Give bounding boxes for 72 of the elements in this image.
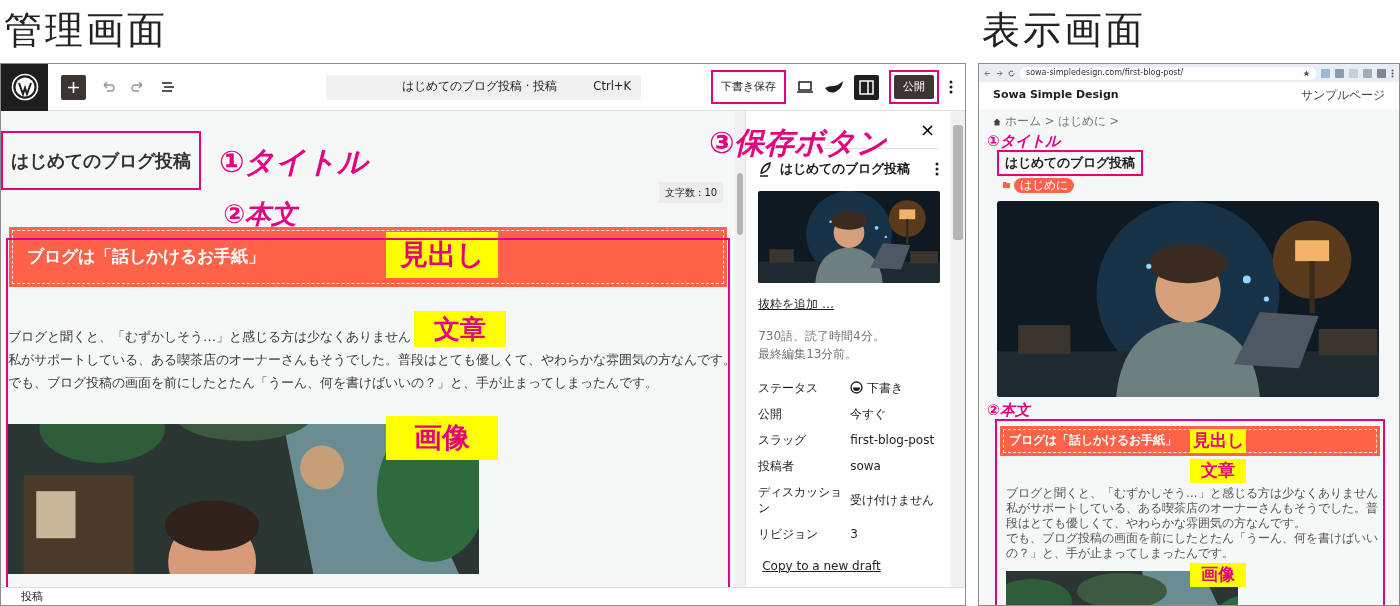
add-excerpt-link[interactable]: 抜粋を追加 … (758, 294, 835, 313)
back-icon[interactable] (984, 69, 991, 77)
annotation-text: ①タイトル (219, 143, 369, 181)
list-view-icon[interactable] (160, 79, 176, 95)
copy-draft-link[interactable]: Copy to a new draft (762, 556, 881, 575)
post-title: はじめてのブログ投稿 (780, 160, 912, 178)
add-block-button[interactable] (61, 74, 86, 100)
post-title: はじめてのブログ投稿 (1005, 154, 1135, 173)
laptop-icon[interactable] (796, 80, 814, 94)
site-title[interactable]: Sowa Simple Design (993, 87, 1119, 104)
field-label: ディスカッション (758, 483, 844, 516)
field-value[interactable]: 3 (850, 525, 858, 542)
save-draft-button[interactable]: 下書き保存 (716, 74, 781, 100)
sidebar-icon (859, 79, 874, 95)
field-value[interactable]: 受け付けません (850, 491, 935, 508)
home-icon[interactable] (993, 117, 1001, 126)
paragraph-text[interactable]: ブログと聞くと、「むずかしそう…」と感じる方は少なくありません (1, 325, 411, 348)
scrollbar[interactable] (951, 111, 965, 587)
section-heading: 管理画面 (3, 8, 168, 52)
stats-text: 730語、読了時間4分。 (758, 327, 886, 345)
paragraph-text[interactable]: でも、ブログ投稿の画面を前にしたとたん「うーん、何を書けばいいの？」と、手が止まってしまったんです。 (1, 371, 658, 394)
close-button[interactable]: × (915, 120, 939, 139)
leaf-icon[interactable] (824, 79, 844, 95)
field-value[interactable]: first-blog-post (850, 431, 935, 448)
annotation-label: 見出し (386, 232, 498, 278)
word-count-badge: 文字数 : 10 (658, 182, 724, 203)
sidebar-toggle-button[interactable] (854, 74, 879, 100)
field-label: 投稿者 (758, 457, 796, 474)
annotation-label: 見出し (1190, 428, 1246, 453)
publish-button[interactable]: 公開 (894, 74, 934, 100)
field-label: ステータス (758, 379, 820, 396)
command-bar[interactable]: はじめてのブログ投稿 · 投稿 Ctrl+K (326, 74, 641, 100)
annotation-text: ②本文 (987, 400, 1033, 419)
more-options-icon[interactable] (949, 80, 953, 94)
scrollbar-thumb[interactable] (737, 173, 744, 235)
draft-status-icon (850, 381, 864, 394)
paragraph-text[interactable]: でも、ブログ投稿の画面を前にしたとたん「うーん、何を書けばいいの？」と、手が止まってしまったんです。 (1000, 530, 1380, 561)
status-bar: 投稿 (1, 587, 965, 605)
field-label: 公開 (758, 405, 784, 422)
annotation-label: 画像 (386, 416, 498, 460)
section-heading: 表示画面 (981, 8, 1146, 52)
annotation-label: 文章 (414, 311, 506, 347)
reload-icon[interactable] (1008, 69, 1015, 77)
annotation-label: 画像 (1190, 562, 1246, 587)
scrollbar-thumb[interactable] (953, 125, 963, 240)
forward-icon[interactable] (996, 69, 1003, 77)
shortcut-text: Ctrl+K (593, 78, 632, 96)
field-label: スラッグ (758, 431, 808, 448)
stats-text: 最終編集13分前。 (758, 345, 859, 363)
field-value[interactable]: sowa (850, 457, 881, 474)
logo-icon[interactable] (1, 64, 48, 111)
address-bar[interactable]: sowa-simpledesign.com/first-blog-post/ (1020, 66, 1316, 80)
field-value[interactable]: 下書き (867, 379, 904, 396)
paragraph-text[interactable]: 私がサポートしている、ある喫茶店のオーナーさんもそうでした。普段はとても優しくて、やわらかな雰囲気の方なんです。 (1000, 500, 1380, 531)
field-value[interactable]: 今すぐ (850, 405, 887, 422)
field-label: リビジョン (758, 525, 820, 542)
annotation-text: ①タイトル (987, 132, 1063, 151)
nav-link[interactable]: サンプルページ (1301, 86, 1385, 105)
breadcrumb-text[interactable]: ホーム > はじめに > (1005, 113, 1120, 131)
star-icon[interactable] (1303, 69, 1310, 77)
more-options-icon[interactable] (935, 161, 939, 176)
more-options-icon[interactable] (1391, 68, 1394, 78)
feather-icon (758, 160, 773, 177)
annotation-label: 文章 (1190, 458, 1246, 483)
url-text: sowa-simpledesign.com/first-blog-post/ (1026, 67, 1185, 79)
post-title[interactable]: はじめてのブログ投稿 (3, 133, 199, 188)
paragraph-text[interactable]: 私がサポートしている、ある喫茶店のオーナーさんもそうでした。普段はとても優しくて、やわらかな雰囲気の方なんです。 (1, 348, 736, 371)
folder-icon (1003, 182, 1010, 189)
annotation-text: ③保存ボタン (709, 124, 888, 162)
plus-icon (67, 80, 80, 94)
paragraph-text[interactable]: ブログと聞くと、「むずかしそう…」と感じる方は少なくありません (1000, 485, 1380, 501)
post-title-text: はじめてのブログ投稿 · 投稿 (401, 78, 559, 96)
